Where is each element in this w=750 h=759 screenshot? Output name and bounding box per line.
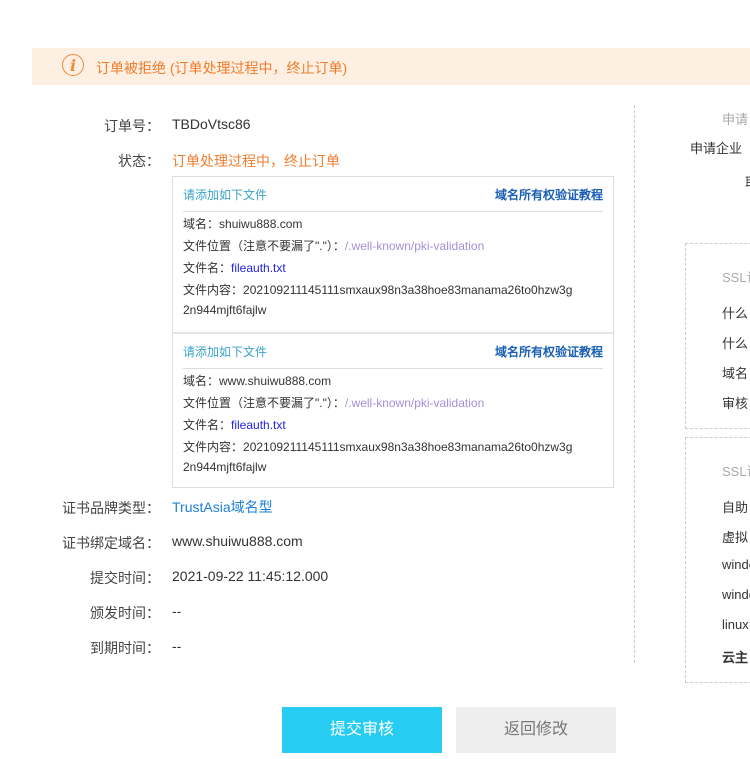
tutorial-link[interactable]: 域名所有权验证教程 [495,186,603,203]
install-link[interactable]: windo [722,557,750,572]
section-title: 请添加如下文件 [183,345,268,359]
filename-value: fileauth.txt [231,261,286,275]
path-label: 文件位置（注意不要漏了"."）： [183,239,345,253]
submit-time-label: 提交时间： [90,570,160,586]
content-value: 202109211145111smxaux98n3a38hoe83manama2… [243,440,573,454]
install-link[interactable]: windo [722,587,750,602]
content-value: 202109211145111smxaux98n3a38hoe83manama2… [243,283,573,297]
domain-label: 证书绑定域名： [62,535,160,551]
validation-section: 请添加如下文件 域名所有权验证教程 域名：shuiwu888.com 文件位置（注… [173,177,613,332]
section-title: 请添加如下文件 [183,188,268,202]
status-label: 状态： [118,153,160,169]
domain-label: 域名： [183,374,220,388]
faq-link[interactable]: 什么 [722,333,748,352]
info-icon: i [62,54,84,76]
faq-link[interactable]: 什么 [722,303,748,322]
right-partial-text: 耶 [745,172,750,191]
column-divider [634,105,635,663]
brand-value[interactable]: TrustAsia域名型 [172,497,273,517]
right-header: 申请 [722,112,749,127]
path-value: /.well-known/pki-validation [344,239,485,253]
content-value-cont: 2n944mjft6fajlw [183,460,267,474]
domain-value: www.shuiwu888.com [219,374,332,388]
filename-label: 文件名： [183,261,232,275]
path-value: /.well-known/pki-validation [344,396,485,410]
install-link[interactable]: 自助 [722,497,748,516]
tutorial-link[interactable]: 域名所有权验证教程 [495,343,603,360]
submit-time-value: 2021-09-22 11:45:12.000 [172,568,329,584]
status-value: 订单处理过程中，终止订单 [172,153,340,169]
install-link[interactable]: 虚拟 [722,527,748,546]
faq-link[interactable]: 域名 [722,363,748,382]
expire-time-label: 到期时间： [90,640,160,656]
brand-label: 证书品牌类型： [62,500,160,516]
back-edit-button[interactable]: 返回修改 [456,707,616,753]
filename-label: 文件名： [183,418,232,432]
install-link[interactable]: linux [722,617,749,632]
validation-box: 请添加如下文件 域名所有权验证教程 域名：shuiwu888.com 文件位置（注… [172,176,614,488]
domain-value: www.shuiwu888.com [172,533,303,549]
domain-label: 域名： [183,217,220,231]
content-value-cont: 2n944mjft6fajlw [183,303,267,317]
expire-time-value: -- [172,638,182,654]
rejection-banner: i 订单被拒绝 (订单处理过程中，终止订单) [32,48,750,85]
order-no-value: TBDoVtsc86 [172,116,251,132]
order-no-label: 订单号： [104,118,160,134]
applicant-company-label: 申请企业 [690,141,743,156]
panel-title: SSL证 [722,270,750,285]
issue-time-value: -- [172,603,182,619]
panel-title: SSL证 [722,464,750,479]
path-label: 文件位置（注意不要漏了"."）： [183,396,345,410]
filename-value: fileauth.txt [231,418,286,432]
install-link[interactable]: 云主 [722,647,748,666]
faq-link[interactable]: 审核 [722,393,748,412]
submit-review-button[interactable]: 提交审核 [282,707,442,753]
domain-value: shuiwu888.com [219,217,303,231]
issue-time-label: 颁发时间： [90,605,160,621]
banner-text: 订单被拒绝 (订单处理过程中，终止订单) [96,60,348,76]
validation-section: 请添加如下文件 域名所有权验证教程 域名：www.shuiwu888.com 文件… [173,332,613,489]
content-label: 文件内容： [183,283,244,297]
content-label: 文件内容： [183,440,244,454]
